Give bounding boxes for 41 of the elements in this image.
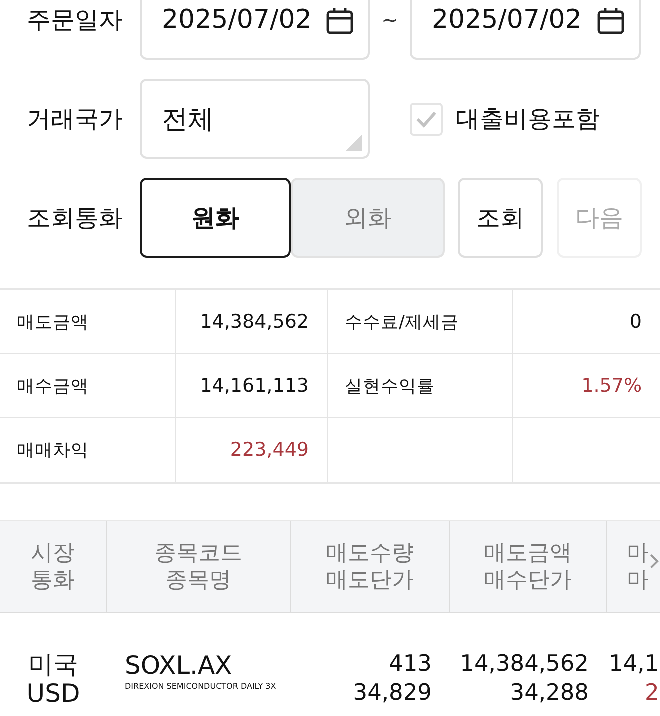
table-cell: 14,1	[609, 650, 660, 679]
column-header: 마 마	[627, 540, 649, 594]
table-cell: 14,384,562	[460, 650, 589, 679]
corner-triangle-icon	[346, 135, 362, 151]
field-label: 거래국가	[26, 104, 124, 135]
summary-label: 실현수익률	[328, 354, 513, 418]
date-field[interactable]: 2025/07/02	[410, 0, 641, 60]
checkmark-icon	[416, 110, 437, 128]
currency-tab[interactable]: 원화	[140, 178, 291, 258]
field-label: 조회통화	[26, 203, 124, 234]
currency-tab[interactable]: 외화	[291, 178, 445, 258]
summary-value: 0	[513, 290, 660, 354]
stock-name: DIREXION SEMICONDUCTOR DAILY 3X	[125, 682, 276, 692]
table-cell: 413	[389, 650, 432, 679]
column-header: 매도금액 매수단가	[450, 521, 607, 612]
column-header: 매도수량 매도단가	[291, 521, 450, 612]
summary-label: 매수금액	[0, 354, 176, 418]
column-header: 시장 통화	[0, 521, 107, 612]
table-cell: USD	[26, 679, 80, 708]
summary-value: 223,449	[176, 418, 328, 482]
table-cell: 미국	[28, 650, 78, 679]
checkbox-label: 대출비용포함	[456, 104, 600, 135]
column-header: 종목코드 종목명	[107, 521, 291, 612]
stock-code: SOXL.AX	[125, 650, 232, 681]
date-field[interactable]: 2025/07/02	[140, 0, 370, 60]
summary-label: 수수료/제세금	[328, 290, 513, 354]
calendar-icon	[326, 6, 354, 34]
field-label: 주문일자	[26, 5, 124, 36]
summary-value: 14,384,562	[176, 290, 328, 354]
table-cell: 34,288	[510, 679, 589, 708]
summary-label: 매도금액	[0, 290, 176, 354]
summary-value: 14,161,113	[176, 354, 328, 418]
chevron-right-icon	[650, 554, 659, 569]
calendar-icon	[597, 6, 625, 34]
summary-label: 매매차익	[0, 418, 176, 482]
range-separator: ~	[380, 8, 400, 32]
search-button[interactable]: 조회	[458, 178, 543, 258]
country-select[interactable]: 전체	[140, 79, 370, 159]
table-cell: 34,829	[353, 679, 432, 708]
summary-value: 1.57%	[513, 354, 660, 418]
table-cell-text: 2	[644, 679, 660, 708]
